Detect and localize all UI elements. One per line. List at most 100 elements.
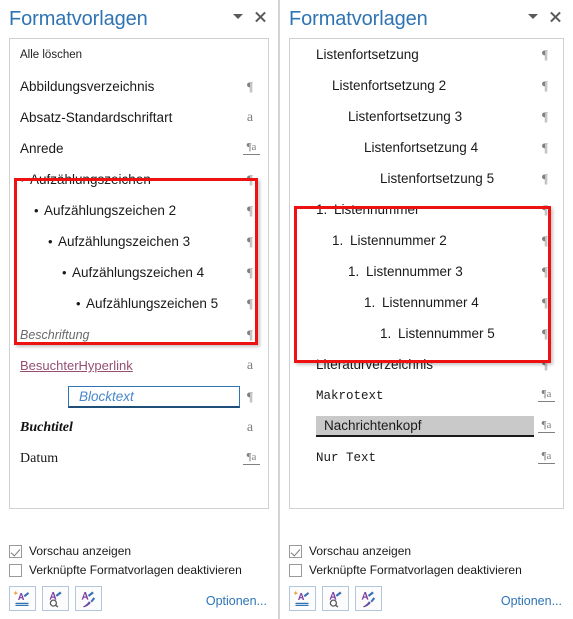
style-row[interactable]: Listenfortsetzung 2 ¶ [290,70,563,101]
paragraph-style-icon: ¶ [542,325,548,341]
options-button[interactable]: Optionen... [206,594,267,608]
style-row[interactable]: Blocktext ¶ [10,381,268,412]
manage-styles-icon[interactable] [75,586,102,611]
style-row[interactable]: • Aufzählungszeichen 2 ¶ [10,195,268,226]
new-style-icon[interactable] [9,586,36,611]
paragraph-style-icon: ¶ [542,294,548,310]
style-row[interactable]: Buchtitel a [10,412,268,443]
style-row[interactable]: Abbildungsverzeichnis ¶ [10,71,268,102]
preview-checkbox-label: Vorschau anzeigen [309,544,412,558]
style-row[interactable]: Beschriftung ¶ [10,319,268,350]
style-buttons-row-left: Optionen... [9,586,269,611]
paragraph-style-icon: ¶ [247,233,253,249]
style-row[interactable]: • Aufzählungszeichen ¶ [10,164,268,195]
style-row[interactable]: Nachrichtenkopf ¶a [290,411,563,442]
style-row[interactable]: Literaturverzeichnis ¶ [290,349,563,380]
style-row-label: Anrede [20,141,64,156]
style-row[interactable]: 1. Listennummer 3 ¶ [290,256,563,287]
style-row-label: Listennummer 2 [350,233,447,248]
paragraph-style-icon: ¶ [247,202,253,218]
style-row[interactable]: Listenfortsetzung 4 ¶ [290,132,563,163]
style-inspector-icon[interactable] [42,586,69,611]
close-icon[interactable] [549,10,562,23]
options-button[interactable]: Optionen... [501,594,562,608]
preview-checkbox-label: Vorschau anzeigen [29,544,132,558]
list-number: 1. [380,326,392,341]
disable-linked-checkbox[interactable] [9,563,22,577]
bullet-icon: • [76,296,81,311]
style-row-label: Listenfortsetzung 2 [332,78,447,93]
style-row[interactable]: Nur Text ¶a [290,442,563,473]
style-row[interactable]: 1. Listennummer 4 ¶ [290,287,563,318]
style-row[interactable]: • Aufzählungszeichen 5 ¶ [10,288,268,319]
style-row-label: Nur Text [316,450,377,465]
paragraph-style-icon: ¶ [542,108,548,124]
style-row[interactable]: BesuchterHyperlink a [10,350,268,381]
styles-panel-right: Formatvorlagen Listenfortsetzung ¶ Listenf… [279,0,573,619]
paragraph-style-icon: ¶ [542,170,548,186]
bullet-icon: • [20,172,25,187]
bullet-icon: • [62,265,67,280]
paragraph-style-icon: ¶ [247,326,253,342]
style-row[interactable]: Absatz-Standardschriftart a [10,102,268,133]
style-list-right[interactable]: Listenfortsetzung ¶ Listenfortsetzung 2 ¶ Li… [289,38,564,509]
paragraph-style-icon: ¶ [542,139,548,155]
chevron-down-icon[interactable] [528,14,538,19]
style-inspector-icon[interactable] [322,586,349,611]
paragraph-style-icon: ¶ [542,263,548,279]
close-icon[interactable] [254,10,267,23]
style-row[interactable]: Listenfortsetzung ¶ [290,39,563,70]
list-number: 1. [364,295,376,310]
preview-checkbox-row-right[interactable]: Vorschau anzeigen [289,544,564,558]
disable-linked-checkbox[interactable] [289,563,302,577]
disable-linked-checkbox-label: Verknüpfte Formatvorlagen deaktivieren [309,563,522,577]
panel-inner-right: Formatvorlagen Listenfortsetzung ¶ Listenf… [280,0,573,619]
chevron-down-icon[interactable] [233,14,243,19]
style-row[interactable]: 1. Listennummer ¶ [290,194,563,225]
preview-checkbox[interactable] [289,544,302,558]
style-row-label: Listenfortsetzung [316,47,419,62]
style-row-label: Makrotext [316,388,384,403]
character-style-icon: a [246,357,254,373]
style-row-label: Listennummer 5 [398,326,495,341]
style-row[interactable]: 1. Listennummer 2 ¶ [290,225,563,256]
preview-checkbox[interactable] [9,544,22,558]
disable-linked-checkbox-row-left[interactable]: Verknüpfte Formatvorlagen deaktivieren [9,563,269,577]
manage-styles-icon[interactable] [355,586,382,611]
bullet-icon: • [48,234,53,249]
style-buttons-row-right: Optionen... [289,586,564,611]
style-row-label: Listenfortsetzung 4 [364,140,479,155]
list-number: 1. [316,202,328,217]
style-row[interactable]: Datum ¶a [10,443,268,474]
style-row-label: Listenfortsetzung 5 [380,171,495,186]
style-row-label: Aufzählungszeichen [30,172,151,187]
style-row[interactable]: 1. Listennummer 5 ¶ [290,318,563,349]
style-row[interactable]: Anrede ¶a [10,133,268,164]
paragraph-style-icon: ¶ [542,46,548,62]
character-style-icon: a [246,419,254,435]
paragraph-style-icon: ¶ [542,232,548,248]
style-list-left[interactable]: Alle löschen Abbildungsverzeichnis ¶ Absatz… [9,38,269,509]
style-row[interactable]: Listenfortsetzung 5 ¶ [290,163,563,194]
new-style-icon[interactable] [289,586,316,611]
page-title: Formatvorlagen [9,7,148,30]
bullet-icon: • [34,203,39,218]
disable-linked-checkbox-row-right[interactable]: Verknüpfte Formatvorlagen deaktivieren [289,563,564,577]
style-row[interactable]: Alle löschen [10,39,268,71]
character-style-icon: a [246,109,254,125]
style-row[interactable]: Listenfortsetzung 3 ¶ [290,101,563,132]
style-row-label: BesuchterHyperlink [20,358,133,373]
style-row[interactable]: • Aufzählungszeichen 4 ¶ [10,257,268,288]
style-row-label: Aufzählungszeichen 2 [44,203,177,218]
style-row[interactable]: Makrotext ¶a [290,380,563,411]
style-row-label: Listennummer [334,202,420,217]
paragraph-style-icon: ¶ [542,356,548,372]
style-row[interactable]: • Aufzählungszeichen 3 ¶ [10,226,268,257]
paragraph-style-icon: ¶ [247,388,253,404]
linked-style-icon: ¶a [538,388,555,403]
styles-pane-comparison: Formatvorlagen Alle löschen Abbildungsver… [0,0,573,619]
footer-right: Vorschau anzeigen Verknüpfte Formatvorla… [289,544,564,611]
style-row-label: Nachrichtenkopf [316,416,534,437]
preview-checkbox-row-left[interactable]: Vorschau anzeigen [9,544,269,558]
style-row-label: Beschriftung [20,327,90,342]
